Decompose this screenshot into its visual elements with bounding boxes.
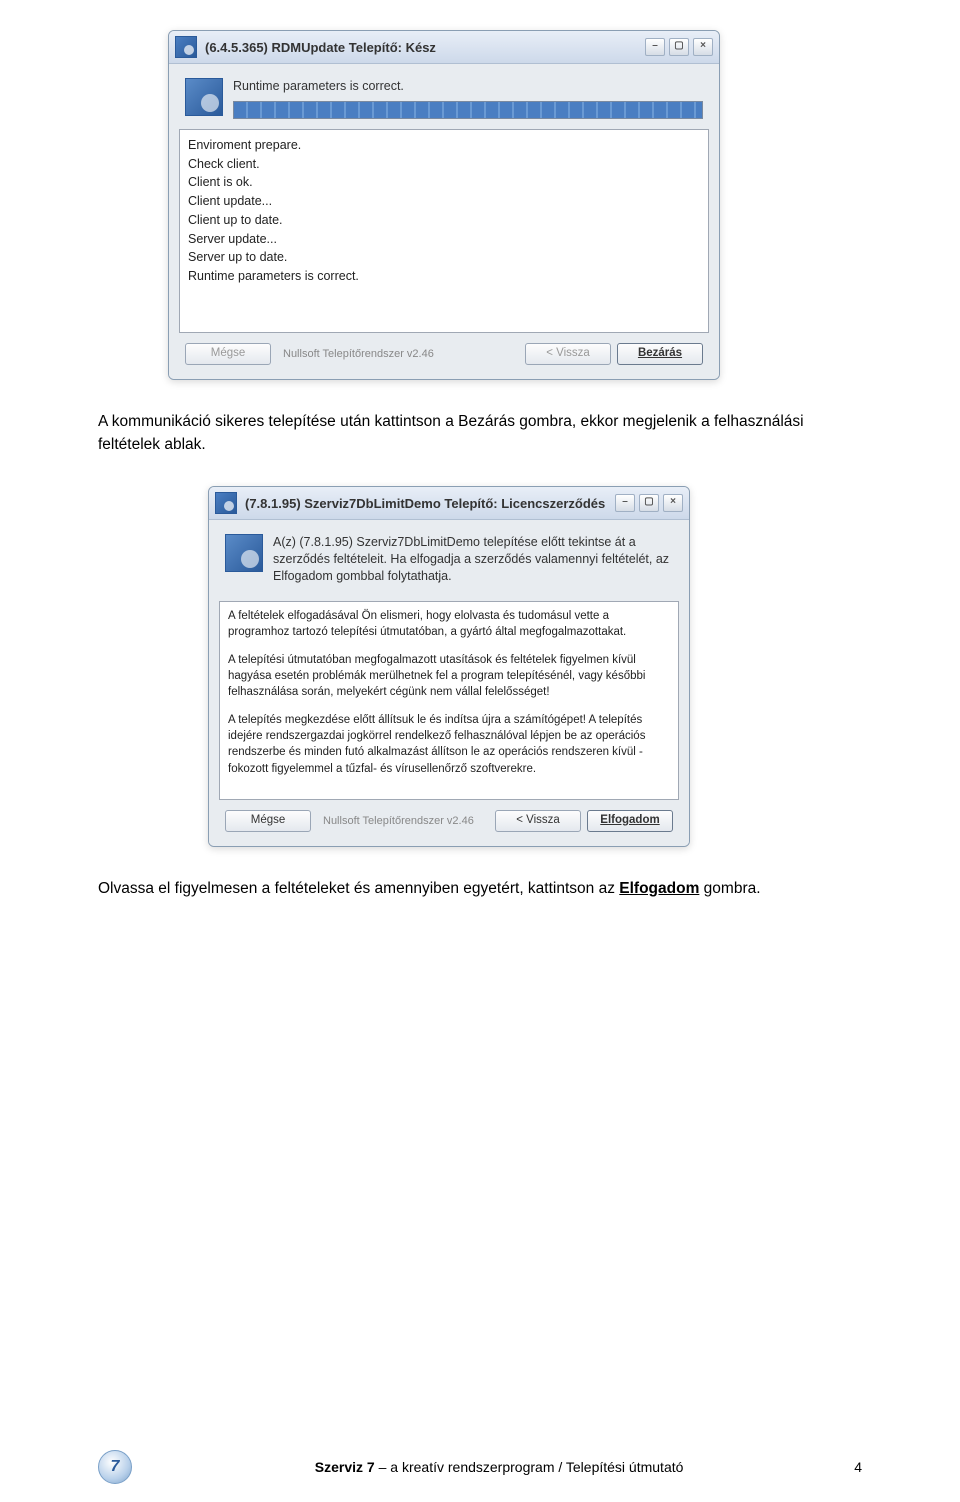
footer-tagline: – a kreatív rendszerprogram / Telepítési…	[375, 1459, 684, 1475]
log-line: Check client.	[188, 155, 700, 174]
instruction-paragraph-2: Olvassa el figyelmesen a feltételeket és…	[98, 877, 862, 900]
window-controls: – ▢ ×	[645, 38, 713, 56]
footer-brand: Szerviz 7	[315, 1459, 375, 1475]
installer-window-license: (7.8.1.95) Szerviz7DbLimitDemo Telepítő:…	[208, 486, 690, 846]
maximize-button[interactable]: ▢	[639, 494, 659, 512]
installer-icon	[225, 534, 263, 572]
brand-icon: 7	[98, 1450, 132, 1484]
license-paragraph: A telepítési útmutatóban megfogalmazott …	[228, 652, 670, 700]
titlebar: (6.4.5.365) RDMUpdate Telepítő: Kész – ▢…	[169, 31, 719, 64]
license-text-area[interactable]: A feltételek elfogadásával Ön elismeri, …	[219, 601, 679, 800]
log-line: Server up to date.	[188, 248, 700, 267]
window-body: Runtime parameters is correct. Enviromen…	[169, 64, 719, 379]
back-button[interactable]: < Vissza	[525, 343, 611, 365]
nsis-version-label: Nullsoft Telepítőrendszer v2.46	[277, 348, 440, 360]
intro-text: A(z) (7.8.1.95) Szerviz7DbLimitDemo tele…	[273, 534, 673, 585]
window-body: A(z) (7.8.1.95) Szerviz7DbLimitDemo tele…	[209, 520, 689, 845]
installer-icon	[185, 78, 223, 116]
log-line: Client up to date.	[188, 211, 700, 230]
app-icon	[175, 36, 197, 58]
button-row: Mégse Nullsoft Telepítőrendszer v2.46 < …	[219, 800, 679, 836]
window-controls: – ▢ ×	[615, 494, 683, 512]
status-text: Runtime parameters is correct.	[233, 78, 703, 95]
cancel-button[interactable]: Mégse	[185, 343, 271, 365]
instruction-paragraph-1: A kommunikáció sikeres telepítése után k…	[98, 410, 862, 457]
log-line: Runtime parameters is correct.	[188, 267, 700, 286]
page-number: 4	[854, 1459, 862, 1475]
close-window-button[interactable]: ×	[663, 494, 683, 512]
minimize-button[interactable]: –	[645, 38, 665, 56]
titlebar: (7.8.1.95) Szerviz7DbLimitDemo Telepítő:…	[209, 487, 689, 520]
progress-bar	[233, 101, 703, 119]
footer-text: Szerviz 7 – a kreatív rendszerprogram / …	[144, 1459, 854, 1475]
installer-window-rdmupdate: (6.4.5.365) RDMUpdate Telepítő: Kész – ▢…	[168, 30, 720, 380]
license-paragraph: A feltételek elfogadásával Ön elismeri, …	[228, 608, 670, 640]
window-title: (7.8.1.95) Szerviz7DbLimitDemo Telepítő:…	[245, 496, 605, 511]
app-icon	[215, 492, 237, 514]
close-button[interactable]: Bezárás	[617, 343, 703, 365]
accept-button[interactable]: Elfogadom	[587, 810, 673, 832]
log-line: Client update...	[188, 192, 700, 211]
log-line: Server update...	[188, 230, 700, 249]
minimize-button[interactable]: –	[615, 494, 635, 512]
page-footer: 7 Szerviz 7 – a kreatív rendszerprogram …	[0, 1450, 960, 1484]
text-fragment: Olvassa el figyelmesen a feltételeket és…	[98, 880, 619, 897]
log-line: Client is ok.	[188, 173, 700, 192]
close-window-button[interactable]: ×	[693, 38, 713, 56]
log-line: Enviroment prepare.	[188, 136, 700, 155]
license-paragraph: A telepítés megkezdése előtt állítsuk le…	[228, 712, 670, 776]
nsis-version-label: Nullsoft Telepítőrendszer v2.46	[317, 815, 480, 827]
accept-link-text: Elfogadom	[619, 880, 699, 897]
button-row: Mégse Nullsoft Telepítőrendszer v2.46 < …	[179, 333, 709, 369]
maximize-button[interactable]: ▢	[669, 38, 689, 56]
log-list: Enviroment prepare. Check client. Client…	[179, 129, 709, 333]
back-button[interactable]: < Vissza	[495, 810, 581, 832]
window-title: (6.4.5.365) RDMUpdate Telepítő: Kész	[205, 40, 436, 55]
cancel-button[interactable]: Mégse	[225, 810, 311, 832]
text-fragment: gombra.	[699, 880, 760, 897]
